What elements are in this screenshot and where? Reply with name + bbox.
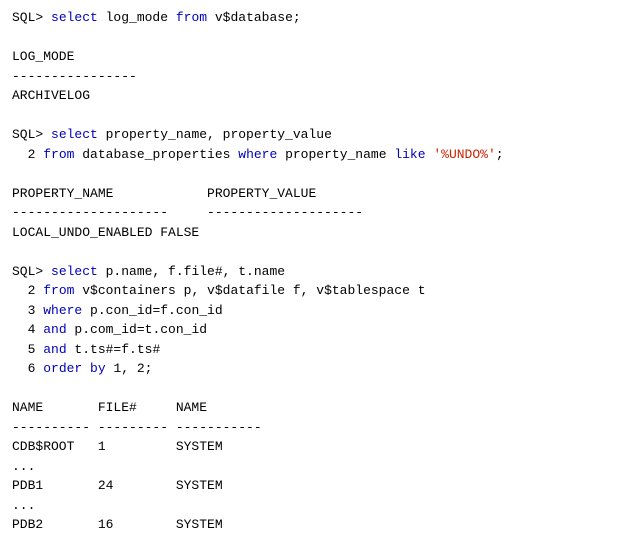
- sql-line-3e: 5 and t.ts#=f.ts#: [12, 340, 631, 360]
- row-ellipsis-2: ...: [12, 496, 631, 516]
- sql-keyword: select: [51, 10, 98, 25]
- col-header-2: PROPERTY_NAME PROPERTY_VALUE: [12, 184, 631, 204]
- value-archivelog: ARCHIVELOG: [12, 86, 631, 106]
- sql-line-1: SQL> select log_mode from v$database;: [12, 8, 631, 28]
- sql-line-3f: 6 order by 1, 2;: [12, 359, 631, 379]
- divider-2: -------------------- -------------------…: [12, 203, 631, 223]
- sql-line-3: SQL> select p.name, f.file#, t.name: [12, 262, 631, 282]
- sql-prompt: SQL>: [12, 10, 51, 25]
- sql-line-2b: 2 from database_properties where propert…: [12, 145, 631, 165]
- sql-keyword: from: [176, 10, 207, 25]
- row-ellipsis-1: ...: [12, 457, 631, 477]
- sql-line-2: SQL> select property_name, property_valu…: [12, 125, 631, 145]
- sql-line-3b: 2 from v$containers p, v$datafile f, v$t…: [12, 281, 631, 301]
- row-pdb1: PDB1 24 SYSTEM: [12, 476, 631, 496]
- sql-line-3c: 3 where p.con_id=f.con_id: [12, 301, 631, 321]
- row-cdbroot: CDB$ROOT 1 SYSTEM: [12, 437, 631, 457]
- sql-prompt-2: SQL>: [12, 127, 51, 142]
- sql-line-3d: 4 and p.com_id=t.con_id: [12, 320, 631, 340]
- divider-1: ----------------: [12, 67, 631, 87]
- sql-prompt-3: SQL>: [12, 264, 51, 279]
- terminal-output: SQL> select log_mode from v$database; LO…: [12, 8, 631, 535]
- row-pdb2: PDB2 16 SYSTEM: [12, 515, 631, 535]
- value-undo: LOCAL_UNDO_ENABLED FALSE: [12, 223, 631, 243]
- col-header-1: LOG_MODE: [12, 47, 631, 67]
- col-header-3: NAME FILE# NAME: [12, 398, 631, 418]
- divider-3: ---------- --------- -----------: [12, 418, 631, 438]
